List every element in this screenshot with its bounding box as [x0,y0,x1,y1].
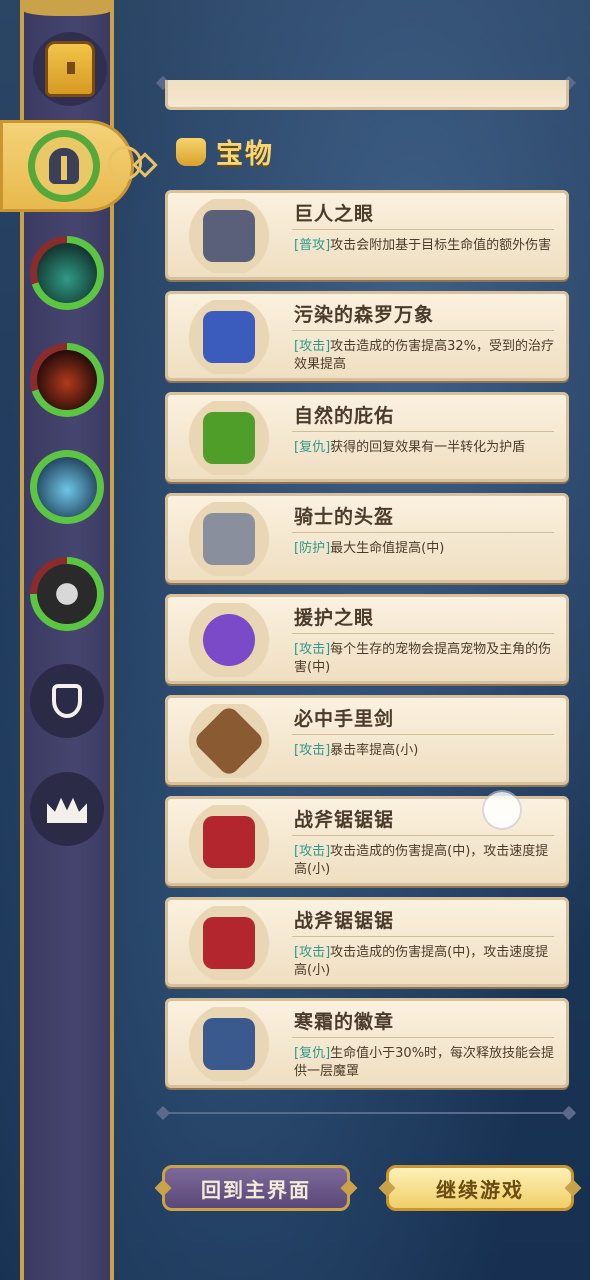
treasure-card[interactable]: 巨人之眼 [普攻]攻击会附加基于目标生命值的额外伤害 [165,190,569,280]
treasure-name: 必中手里剑 [294,708,395,730]
treasure-tag: [攻击] [294,339,331,354]
guardian-eye-icon [203,614,255,666]
treasure-desc: 攻击造成的伤害提高(中)，攻击速度提高(小) [294,945,549,978]
treasure-desc: 暴击率提高(小) [330,743,419,758]
treasure-tag: [攻击] [294,743,331,758]
ice-knight-avatar [37,457,97,517]
armor-icon [176,137,206,166]
treasure-name: 骑士的头盔 [294,506,395,528]
helmet-tab-ring [28,130,100,202]
pet-ice-knight-tab[interactable] [30,450,104,524]
treasure-tag: [复仇] [294,440,331,455]
treasure-name: 援护之眼 [294,607,375,629]
treasure-card[interactable]: 污染的森罗万象 [攻击]攻击造成的伤害提高32%，受到的治疗效果提高 [165,291,569,381]
treasure-card[interactable]: 骑士的头盔 [防护]最大生命值提高(中) [165,493,569,583]
treasure-name: 污染的森罗万象 [294,304,435,326]
nature-leaf-icon [203,412,255,464]
chest-icon [45,41,95,97]
treasure-card[interactable]: 必中手里剑 [攻击]暴击率提高(小) [165,695,569,785]
sidebar-top-ornament [22,0,112,16]
treasure-tag: [普攻] [294,238,331,253]
fire-demon-avatar [37,350,97,410]
section-header: 宝物 [176,132,274,171]
treasure-desc: 获得的回复效果有一半转化为护盾 [330,440,526,455]
giant-eye-icon [203,210,255,262]
section-title: 宝物 [216,139,274,170]
bottom-divider [162,1112,570,1114]
treasure-tag: [攻击] [294,844,331,859]
pet-hydra-tab[interactable] [30,236,104,310]
treasure-name: 战斧锯锯锯 [294,809,395,831]
hydra-avatar [37,243,97,303]
battle-axe-icon [203,917,255,969]
treasure-card[interactable]: 寒霜的徽章 [复仇]生命值小于30%时，每次释放技能会提供一层魔罩 [165,998,569,1088]
pet-fire-demon-tab[interactable] [30,343,104,417]
touch-indicator [484,792,520,828]
return-home-button[interactable]: 回到主界面 [162,1165,350,1211]
potion-icon [52,684,82,718]
wolf-avatar [37,564,97,624]
treasure-chest-tab[interactable] [33,32,107,106]
treasure-desc: 每个生存的宠物会提高宠物及主角的伤害(中) [294,642,552,675]
crown-icon [47,797,87,823]
shuriken-icon [192,704,266,778]
potion-tab[interactable] [30,664,104,738]
polluted-gem-icon [203,311,255,363]
previous-card-partial [165,80,569,110]
treasure-desc: 攻击造成的伤害提高32%，受到的治疗效果提高 [294,339,555,372]
treasure-tag: [攻击] [294,642,331,657]
treasure-card[interactable]: 自然的庇佑 [复仇]获得的回复效果有一半转化为护盾 [165,392,569,482]
helmet-icon [49,148,79,184]
battle-axe-icon [203,816,255,868]
treasure-name: 寒霜的徽章 [294,1011,395,1033]
treasure-card[interactable]: 援护之眼 [攻击]每个生存的宠物会提高宠物及主角的伤害(中) [165,594,569,684]
treasure-card[interactable]: 战斧锯锯锯 [攻击]攻击造成的伤害提高(中)，攻击速度提高(小) [165,897,569,987]
frost-badge-icon [203,1018,255,1070]
treasure-desc: 攻击会附加基于目标生命值的额外伤害 [330,238,552,253]
treasure-tag: [攻击] [294,945,331,960]
treasure-tag: [防护] [294,541,331,556]
treasure-desc: 攻击造成的伤害提高(中)，攻击速度提高(小) [294,844,549,877]
treasure-name: 巨人之眼 [294,203,375,225]
pet-wolf-tab[interactable] [30,557,104,631]
continue-game-button[interactable]: 继续游戏 [386,1165,574,1211]
treasure-desc: 最大生命值提高(中) [330,541,445,556]
treasure-desc: 生命值小于30%时，每次释放技能会提供一层魔罩 [294,1046,555,1079]
knight-helmet-icon [203,513,255,565]
crown-tab[interactable] [30,772,104,846]
treasure-name: 自然的庇佑 [294,405,395,427]
treasure-tag: [复仇] [294,1046,331,1061]
treasure-name: 战斧锯锯锯 [294,910,395,932]
